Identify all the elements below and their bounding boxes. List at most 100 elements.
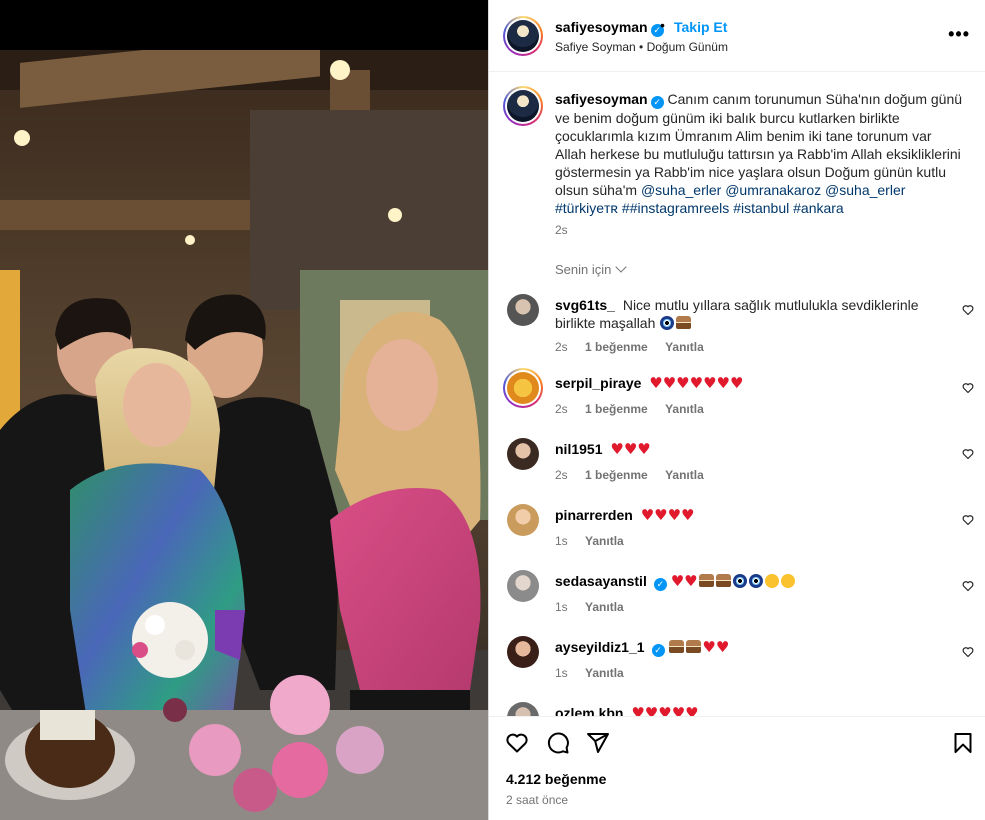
kiss-face-icon [764, 574, 779, 588]
post-photo [0, 50, 488, 820]
commenter-username[interactable]: serpil_piraye [555, 375, 641, 391]
commenter-username[interactable]: nil1951 [555, 441, 602, 457]
reply-button[interactable]: Yanıtla [665, 402, 704, 416]
comments-list[interactable]: svg61ts_ Nice mutlu yıllara sağlık mutlu… [489, 284, 985, 716]
comment-body: sedasayanstil ✓ ♥♥ [555, 572, 935, 591]
nazar-eye-icon [732, 574, 747, 588]
chevron-down-icon [615, 261, 628, 273]
heart-outline-icon[interactable] [962, 382, 974, 394]
caption-avatar[interactable] [503, 86, 543, 126]
comment-meta: 2s 1 beğenme Yanıtla [555, 340, 718, 354]
comment-time[interactable]: 1s [555, 666, 568, 680]
commenter-username[interactable]: svg61ts_ [555, 297, 615, 313]
nazar-eye-icon [660, 316, 675, 330]
commenter-avatar[interactable] [507, 504, 539, 536]
post-subtitle[interactable]: Safiye Soyman • Doğum Günüm [555, 40, 728, 54]
heart-outline-icon[interactable] [962, 448, 974, 460]
comment-meta: 1s Yanıtla [555, 600, 638, 614]
comment-likes[interactable]: 1 beğenme [585, 340, 648, 354]
commenter-avatar[interactable] [507, 294, 539, 326]
caption-tag[interactable]: ##instagramreels [622, 200, 729, 216]
caption-time[interactable]: 2s [555, 223, 568, 237]
caption: safiyesoyman ✓ Canım canım torunumun Süha… [555, 90, 965, 217]
commenter-avatar[interactable] [503, 368, 543, 408]
comment-meta: 1s Yanıtla [555, 534, 638, 548]
post-detail-panel: safiyesoyman ✓ • Takip Et Safiye Soyman •… [488, 0, 985, 820]
heart-outline-icon[interactable] [962, 304, 974, 316]
author-username-row: safiyesoyman ✓ [555, 19, 664, 37]
comment-body: pinarrerden ♥♥♥♥ [555, 506, 935, 524]
commenter-username[interactable]: ozlem.kbn [555, 705, 623, 716]
comment-icon[interactable] [546, 731, 570, 755]
comment-body: ayseyildiz1_1 ✓ ♥♥ [555, 638, 935, 657]
post-header: safiyesoyman ✓ • Takip Et Safiye Soyman •… [489, 0, 985, 72]
heart-emoji: ♥♥♥♥ [640, 506, 695, 524]
commenter-avatar[interactable] [507, 702, 539, 716]
reply-button[interactable]: Yanıtla [665, 468, 704, 482]
caption-tag[interactable]: #istanbul [733, 200, 789, 216]
commenter-username[interactable]: ayseyildiz1_1 [555, 639, 645, 655]
cake-icon [715, 574, 731, 587]
heart-outline-icon[interactable] [962, 580, 974, 592]
author-avatar[interactable] [503, 16, 543, 56]
separator-dot: • [660, 17, 665, 33]
comment-meta: 2s 1 beğenme Yanıtla [555, 402, 718, 416]
comment-body: serpil_piraye ♥♥♥♥♥♥♥ [555, 374, 935, 392]
caption-tag[interactable]: @umranakaroz [725, 182, 821, 198]
sort-label: Senin için [555, 262, 612, 277]
heart-outline-icon[interactable] [962, 514, 974, 526]
heart-emoji: ♥♥♥ [610, 440, 651, 458]
cake-icon [686, 640, 702, 653]
share-icon[interactable] [586, 731, 610, 755]
more-options-icon[interactable]: ••• [948, 24, 970, 45]
sort-dropdown[interactable]: Senin için [555, 261, 628, 277]
heart-emoji: ♥♥♥♥♥♥♥ [649, 374, 744, 392]
follow-button[interactable]: Takip Et [674, 19, 727, 35]
comment-meta: 1s Yanıtla [555, 666, 638, 680]
commenter-avatar[interactable] [507, 636, 539, 668]
commenter-avatar[interactable] [507, 438, 539, 470]
comment-time[interactable]: 2s [555, 402, 568, 416]
cake-icon [676, 316, 692, 329]
reply-button[interactable]: Yanıtla [585, 600, 624, 614]
comment-likes[interactable]: 1 beğenme [585, 468, 648, 482]
cake-icon [698, 574, 714, 587]
caption-tag[interactable]: #ankara [793, 200, 844, 216]
kiss-face-icon [780, 574, 795, 588]
reply-button[interactable]: Yanıtla [665, 340, 704, 354]
comment-time[interactable]: 1s [555, 534, 568, 548]
comment-body: svg61ts_ Nice mutlu yıllara sağlık mutlu… [555, 296, 935, 332]
caption-tag[interactable]: #türkiyeᴛʀ [555, 200, 618, 216]
cake-icon [669, 640, 685, 653]
heart-emoji: ♥♥ [702, 638, 730, 656]
comment-body: ozlem.kbn ♥♥♥♥♥ [555, 704, 935, 716]
commenter-username[interactable]: sedasayanstil [555, 573, 647, 589]
comment-meta: 2s 1 beğenme Yanıtla [555, 468, 718, 482]
verified-badge-icon: ✓ [653, 578, 667, 591]
like-count[interactable]: 4.212 beğenme [506, 771, 606, 787]
bookmark-icon[interactable] [951, 731, 975, 755]
verified-badge-icon: ✓ [650, 96, 664, 109]
author-username[interactable]: safiyesoyman [555, 19, 648, 35]
commenter-avatar[interactable] [507, 570, 539, 602]
verified-badge-icon: ✓ [651, 644, 665, 657]
commenter-username[interactable]: pinarrerden [555, 507, 633, 523]
reply-button[interactable]: Yanıtla [585, 534, 624, 548]
post-media[interactable] [0, 0, 488, 820]
comment-likes[interactable]: 1 beğenme [585, 402, 648, 416]
heart-emoji: ♥♥♥♥♥ [631, 704, 699, 716]
comment-time[interactable]: 2s [555, 468, 568, 482]
nazar-eye-icon [748, 574, 763, 588]
heart-outline-icon[interactable] [505, 731, 529, 755]
heart-emoji: ♥♥ [670, 572, 698, 590]
reply-button[interactable]: Yanıtla [585, 666, 624, 680]
comment-time[interactable]: 1s [555, 600, 568, 614]
comment-time[interactable]: 2s [555, 340, 568, 354]
caption-tag[interactable]: @suha_erler [641, 182, 721, 198]
heart-outline-icon[interactable] [962, 646, 974, 658]
caption-username[interactable]: safiyesoyman [555, 91, 648, 107]
post-time[interactable]: 2 saat önce [506, 793, 568, 807]
comment-body: nil1951 ♥♥♥ [555, 440, 935, 458]
action-bar: 4.212 beğenme 2 saat önce [489, 716, 985, 820]
caption-tag[interactable]: @suha_erler [825, 182, 905, 198]
